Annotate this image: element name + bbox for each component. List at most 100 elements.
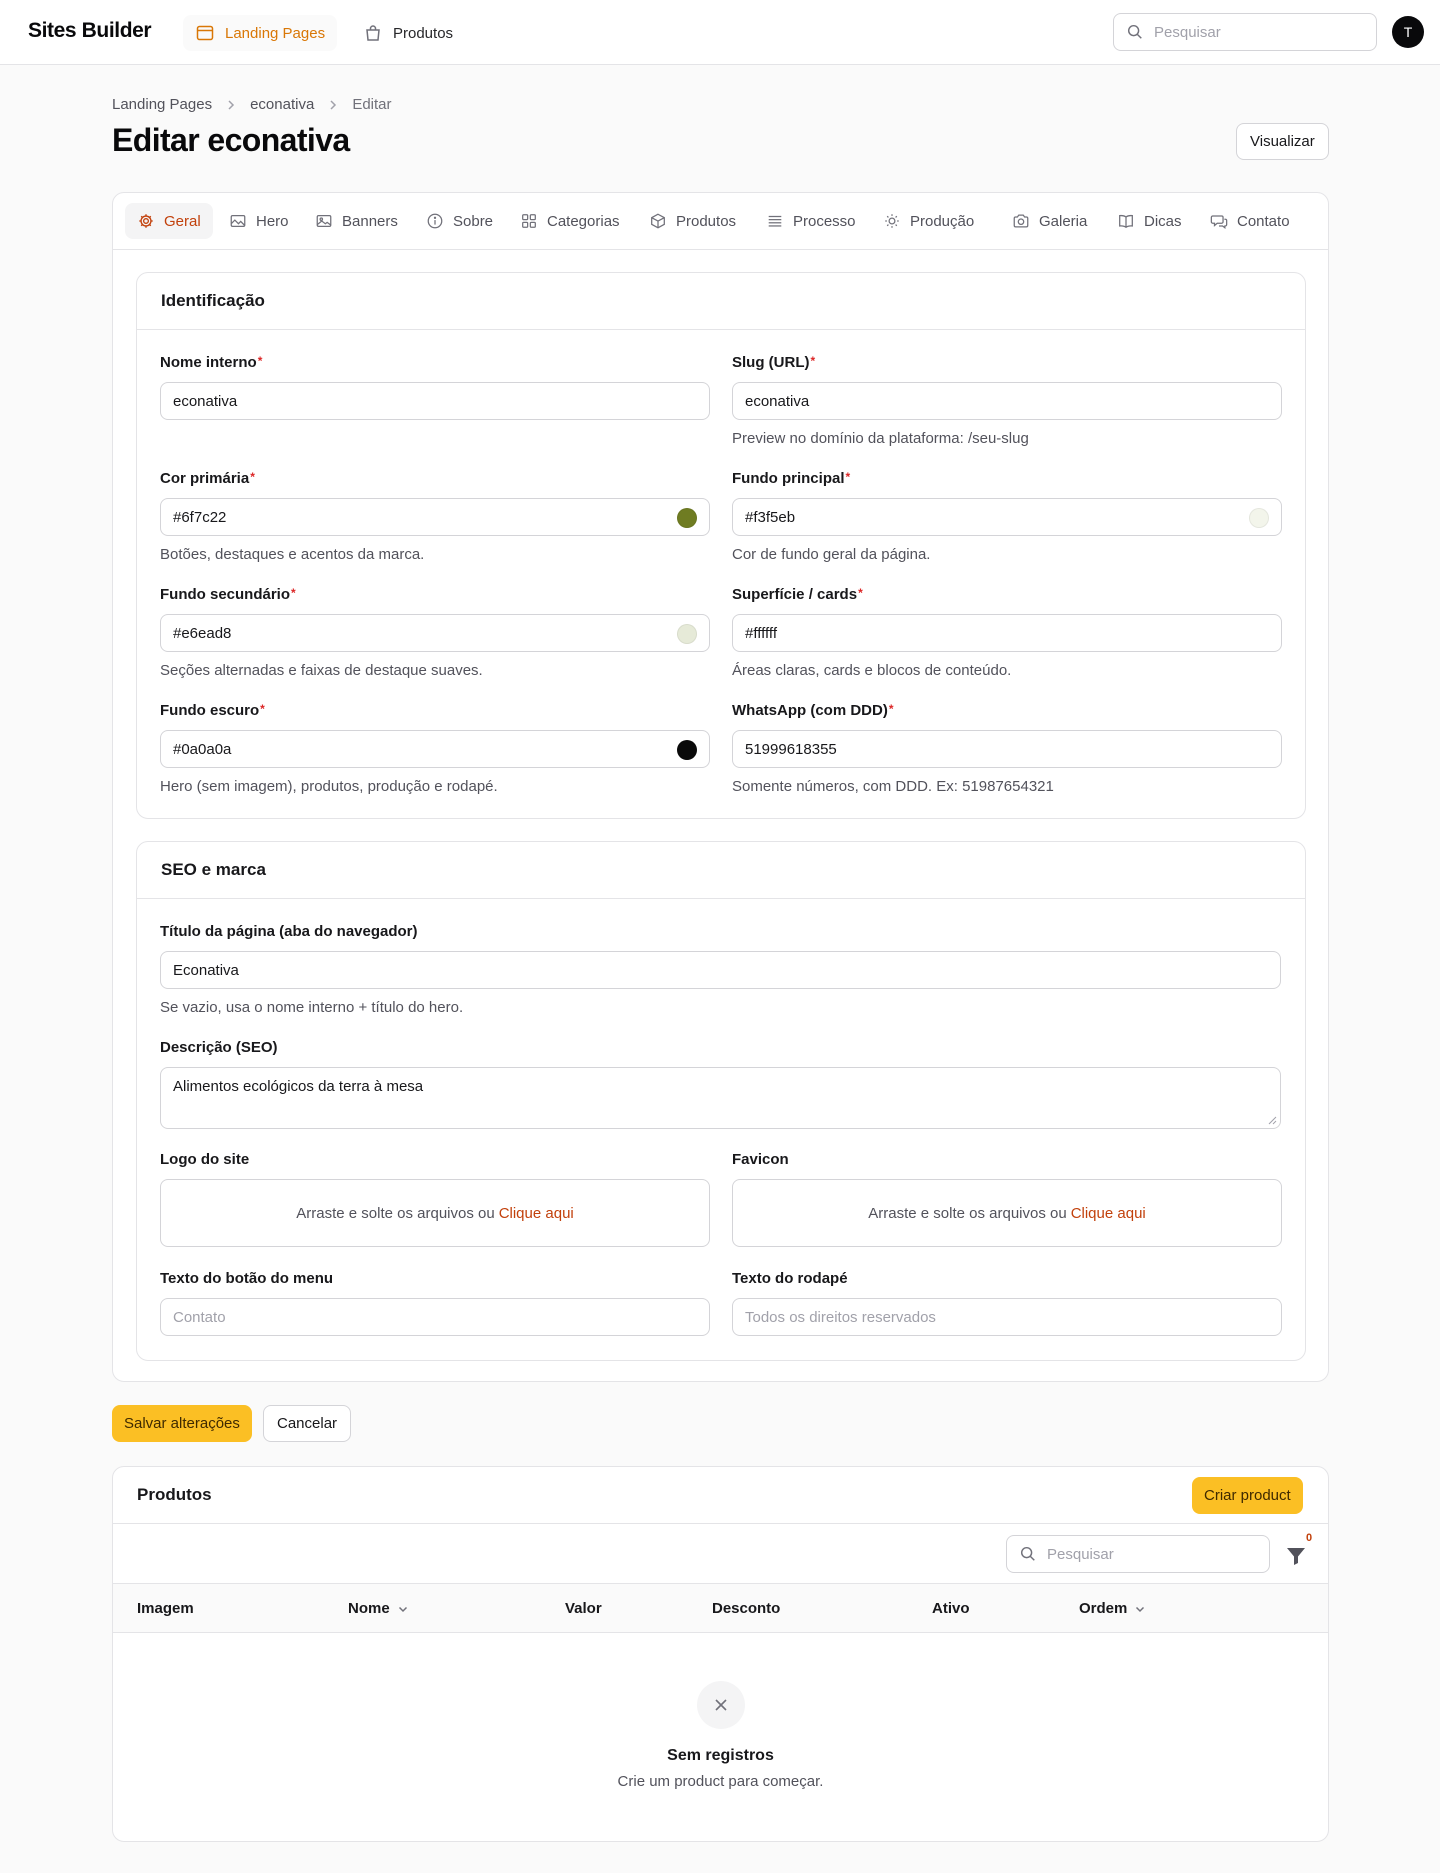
superficie-input[interactable] xyxy=(745,624,1269,642)
column-header-ativo: Ativo xyxy=(932,1600,970,1617)
nome-interno-input-wrap xyxy=(160,382,710,420)
field-hint: Hero (sem imagem), produtos, produção e … xyxy=(160,778,498,795)
empty-state-title: Sem registros xyxy=(667,1747,774,1764)
tab-dicas[interactable]: Dicas xyxy=(1105,203,1194,239)
tab-bar: Geral Hero Banners Sobre Categorias Prod… xyxy=(113,193,1328,250)
top-navbar: Sites Builder Landing Pages Produtos T xyxy=(0,0,1440,65)
breadcrumb-link-econativa[interactable]: econativa xyxy=(250,96,314,113)
global-search[interactable] xyxy=(1113,13,1377,51)
table-search[interactable] xyxy=(1006,1535,1270,1573)
preview-button[interactable]: Visualizar xyxy=(1236,123,1329,160)
image-icon xyxy=(230,214,246,228)
fundo-escuro-input-wrap xyxy=(160,730,710,768)
section-title: Produtos xyxy=(137,1485,212,1504)
tab-contato[interactable]: Contato xyxy=(1198,203,1302,239)
color-swatch[interactable] xyxy=(1249,624,1269,644)
field-label: Texto do botão do menu xyxy=(160,1270,334,1287)
fundo-principal-input[interactable] xyxy=(745,508,1269,526)
nav-item-label: Landing Pages xyxy=(225,24,326,42)
global-search-input[interactable] xyxy=(1154,23,1354,41)
brand-logo[interactable]: Sites Builder xyxy=(28,19,152,43)
superficie-field: Superfície / cards* Áreas claras, cards … xyxy=(732,586,1282,679)
fundo-secundario-field: Fundo secundário* Seções alternadas e fa… xyxy=(160,586,710,679)
texto-rodape-input-wrap xyxy=(732,1298,1282,1336)
chevron-down-icon xyxy=(398,1606,407,1612)
color-swatch[interactable] xyxy=(677,508,697,528)
breadcrumb-link-landing-pages[interactable]: Landing Pages xyxy=(112,96,212,113)
titulo-pagina-field: Título da página (aba do navegador) Se v… xyxy=(160,923,1281,1016)
favicon-field: Favicon Arraste e solte os arquivos ou C… xyxy=(732,1151,1282,1247)
texto-botao-menu-input[interactable] xyxy=(173,1308,697,1326)
slug-field: Slug (URL)* Preview no domínio da plataf… xyxy=(732,354,1282,447)
tab-sobre[interactable]: Sobre xyxy=(414,203,505,239)
descricao-field: Descrição (SEO) Alimentos ecológicos da … xyxy=(160,1039,1281,1129)
cube-icon xyxy=(651,213,665,229)
field-label: Descrição (SEO) xyxy=(160,1039,278,1056)
dropzone-browse-link[interactable]: Clique aqui xyxy=(1071,1205,1146,1222)
dropzone-browse-link[interactable]: Clique aqui xyxy=(499,1205,574,1222)
field-hint: Preview no domínio da plataforma: /seu-s… xyxy=(732,430,1029,447)
logo-dropzone[interactable]: Arraste e solte os arquivos ou Clique aq… xyxy=(160,1179,710,1247)
tab-banners[interactable]: Banners xyxy=(303,203,410,239)
field-hint: Áreas claras, cards e blocos de conteúdo… xyxy=(732,662,1012,679)
column-header-desconto: Desconto xyxy=(712,1600,781,1617)
tab-processo[interactable]: Processo xyxy=(754,203,868,239)
column-header-ordem[interactable]: Ordem xyxy=(1079,1600,1147,1617)
tab-hero[interactable]: Hero xyxy=(217,203,301,239)
cancel-button[interactable]: Cancelar xyxy=(263,1405,352,1442)
produtos-header: Produtos Criar product xyxy=(113,1467,1328,1524)
logo-field: Logo do site Arraste e solte os arquivos… xyxy=(160,1151,710,1247)
tab-categorias[interactable]: Categorias xyxy=(508,203,632,239)
tab-label: Categorias xyxy=(547,212,620,230)
sun-icon xyxy=(885,214,899,228)
tab-producao[interactable]: Produção xyxy=(871,203,986,239)
favicon-dropzone[interactable]: Arraste e solte os arquivos ou Clique aq… xyxy=(732,1179,1282,1247)
page-title: Editar econativa xyxy=(112,122,350,158)
texto-botao-menu-field: Texto do botão do menu xyxy=(160,1270,710,1336)
squares-icon xyxy=(522,214,536,228)
cor-primaria-input-wrap xyxy=(160,498,710,536)
tab-label: Processo xyxy=(793,212,856,230)
color-swatch[interactable] xyxy=(677,740,697,760)
tab-galeria[interactable]: Galeria xyxy=(1000,203,1099,239)
tab-geral[interactable]: Geral xyxy=(125,203,213,239)
descricao-textarea[interactable]: Alimentos ecológicos da terra à mesa xyxy=(173,1078,1268,1118)
field-label: Nome interno* xyxy=(160,354,263,371)
dropzone-text: Arraste e solte os arquivos ou xyxy=(296,1204,495,1222)
search-icon xyxy=(1020,1546,1035,1561)
column-header-valor: Valor xyxy=(565,1600,602,1617)
nome-interno-input[interactable] xyxy=(173,392,697,410)
slug-input[interactable] xyxy=(745,392,1269,410)
resize-handle-icon[interactable] xyxy=(1267,1115,1277,1125)
chevron-down-icon xyxy=(1136,1606,1145,1612)
field-hint: Se vazio, usa o nome interno + título do… xyxy=(160,999,464,1016)
filter-icon[interactable] xyxy=(1284,1544,1308,1568)
descricao-textarea-wrap: Alimentos ecológicos da terra à mesa xyxy=(160,1067,1281,1129)
user-avatar[interactable]: T xyxy=(1392,16,1424,48)
create-product-button[interactable]: Criar product xyxy=(1192,1477,1303,1514)
whatsapp-input[interactable] xyxy=(745,740,1269,758)
texto-rodape-input[interactable] xyxy=(745,1308,1269,1326)
fundo-secundario-input[interactable] xyxy=(173,624,697,642)
column-header-nome[interactable]: Nome xyxy=(348,1600,410,1617)
field-label: Fundo escuro* xyxy=(160,702,265,719)
seo-section: SEO e marca Título da página (aba do nav… xyxy=(136,841,1306,1361)
column-header-imagem: Imagem xyxy=(137,1600,194,1617)
titulo-pagina-input[interactable] xyxy=(173,961,1268,979)
tab-produtos[interactable]: Produtos xyxy=(637,203,748,239)
tab-label: Produção xyxy=(910,212,975,230)
nav-item-landing-pages[interactable]: Landing Pages xyxy=(183,15,338,51)
book-icon xyxy=(1119,214,1133,229)
window-icon xyxy=(196,25,214,41)
fundo-escuro-input[interactable] xyxy=(173,740,697,758)
cor-primaria-input[interactable] xyxy=(173,508,697,526)
table-search-input[interactable] xyxy=(1047,1545,1247,1563)
empty-state-subtitle: Crie um product para começar. xyxy=(617,1773,824,1790)
color-swatch[interactable] xyxy=(677,624,697,644)
save-button[interactable]: Salvar alterações xyxy=(112,1405,252,1442)
field-hint: Botões, destaques e acentos da marca. xyxy=(160,546,425,563)
photo-icon xyxy=(316,214,332,228)
nav-item-produtos[interactable]: Produtos xyxy=(351,15,465,51)
color-swatch[interactable] xyxy=(1249,508,1269,528)
cor-primaria-field: Cor primária* Botões, destaques e acento… xyxy=(160,470,710,563)
